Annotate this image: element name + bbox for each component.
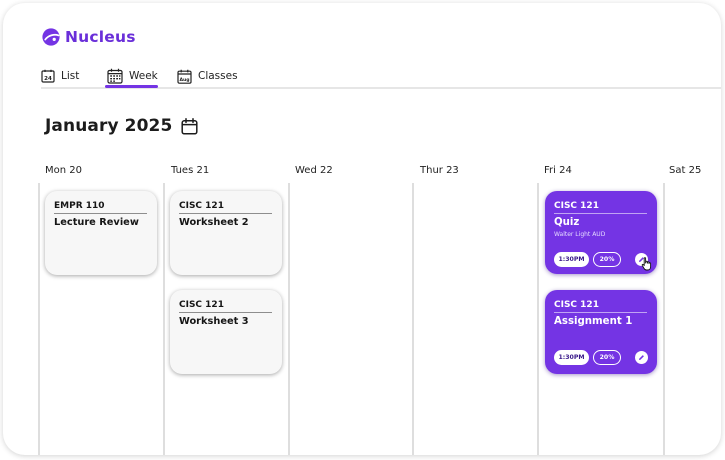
list-calendar-icon: 24: [41, 69, 55, 83]
task-card[interactable]: EMPR 110 Lecture Review: [45, 191, 157, 275]
card-action-button[interactable]: [635, 351, 648, 364]
task-card[interactable]: CISC 121 Worksheet 2: [170, 191, 282, 275]
card-divider: [54, 213, 147, 214]
day-header-thu: Thur 23: [420, 165, 459, 176]
tab-list[interactable]: 24 List: [41, 65, 79, 87]
task-title: Assignment 1: [554, 316, 633, 327]
classes-calendar-icon: Aug: [177, 69, 192, 84]
task-title: Lecture Review: [54, 217, 139, 228]
tab-classes-label: Classes: [198, 70, 238, 82]
task-title: Quiz: [554, 217, 580, 228]
task-card-accent[interactable]: CISC 121 Quiz Walter Light AUD 1:30PM 20…: [545, 191, 657, 274]
tab-week-label: Week: [129, 70, 158, 82]
course-code: CISC 121: [179, 201, 224, 211]
brand[interactable]: Nucleus: [41, 25, 136, 49]
nucleus-logo-icon: [42, 28, 60, 46]
task-title: Worksheet 2: [179, 217, 249, 228]
calendar-icon[interactable]: [181, 117, 198, 135]
column-divider: [537, 183, 539, 455]
day-header-mon: Mon 20: [45, 165, 82, 176]
edit-icon: [639, 355, 644, 360]
time-badge: 1:30PM: [554, 252, 589, 267]
active-tab-indicator: [105, 85, 158, 88]
task-card-accent[interactable]: CISC 121 Assignment 1 1:30PM 20%: [545, 290, 657, 374]
course-code: CISC 121: [554, 201, 599, 211]
card-divider: [554, 213, 647, 214]
time-badge: 1:30PM: [554, 350, 589, 365]
page-title: January 2025: [45, 116, 173, 136]
classes-icon-text: Aug: [179, 76, 189, 82]
card-divider: [179, 213, 272, 214]
column-divider: [163, 183, 165, 455]
app-window: Nucleus 24 List Week Aug Classes January…: [3, 3, 721, 455]
course-code: EMPR 110: [54, 201, 105, 211]
day-header-sat: Sat 25: [669, 165, 702, 176]
task-location: Walter Light AUD: [554, 231, 606, 238]
week-calendar-icon: [107, 68, 123, 84]
card-divider: [554, 312, 647, 313]
tab-classes[interactable]: Aug Classes: [177, 65, 238, 87]
task-title: Worksheet 3: [179, 316, 249, 327]
weight-badge: 20%: [593, 252, 621, 267]
tab-list-label: List: [61, 70, 80, 82]
column-divider: [412, 183, 414, 455]
course-code: CISC 121: [554, 300, 599, 310]
card-divider: [179, 312, 272, 313]
column-divider: [288, 183, 290, 455]
tab-week[interactable]: Week: [107, 65, 158, 87]
column-divider: [38, 183, 40, 455]
list-icon-text: 24: [44, 76, 52, 82]
course-code: CISC 121: [179, 300, 224, 310]
task-card[interactable]: CISC 121 Worksheet 3: [170, 290, 282, 374]
weight-badge: 20%: [593, 350, 621, 365]
day-header-wed: Wed 22: [295, 165, 333, 176]
month-header: January 2025: [45, 113, 198, 139]
column-divider: [663, 183, 665, 455]
day-header-tue: Tues 21: [171, 165, 210, 176]
day-header-fri: Fri 24: [544, 165, 572, 176]
hand-cursor-icon: [641, 257, 652, 271]
app-name: Nucleus: [65, 28, 136, 46]
